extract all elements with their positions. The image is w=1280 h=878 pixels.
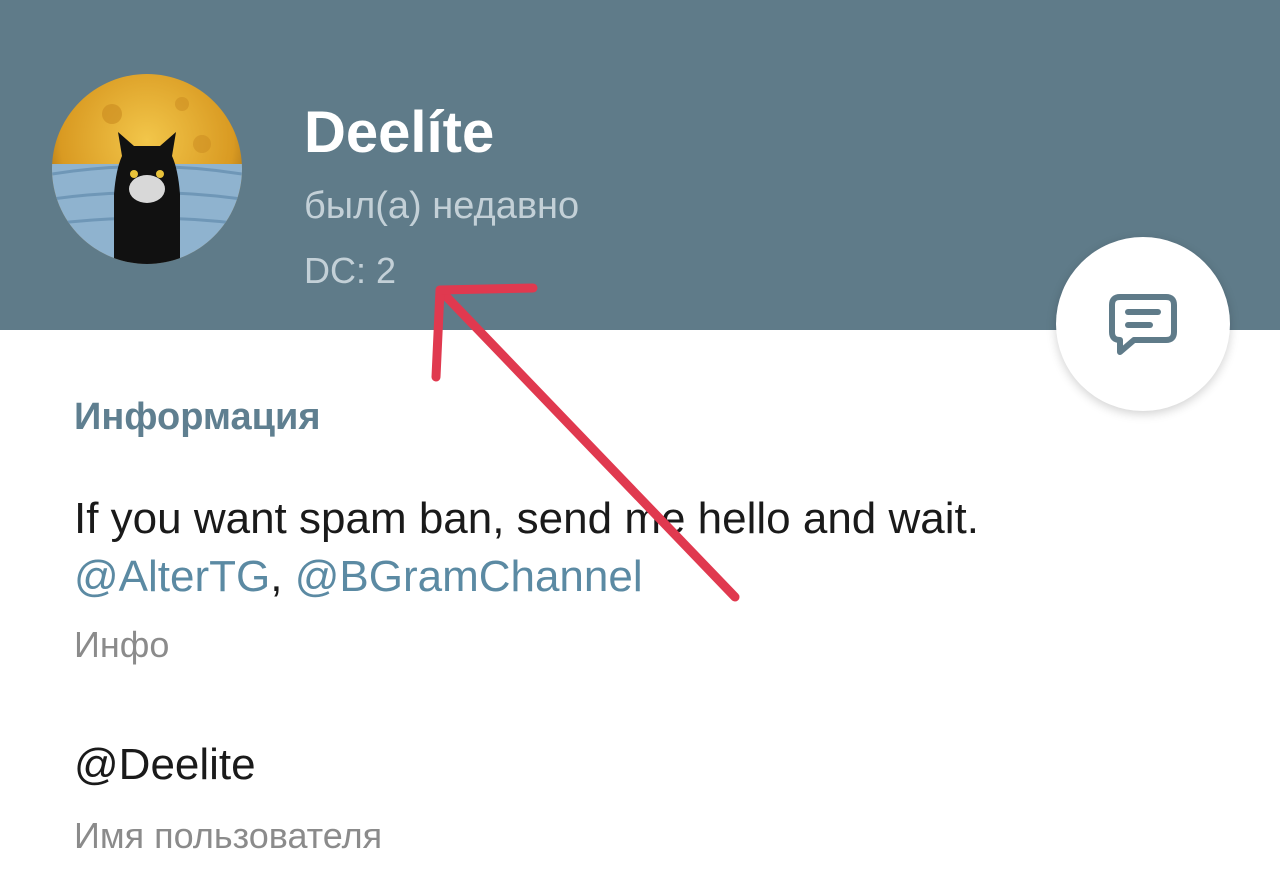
datacenter-label: DC: 2	[304, 250, 397, 291]
avatar-image	[52, 74, 242, 264]
bio-link-separator: ,	[270, 552, 295, 601]
send-message-button[interactable]	[1056, 237, 1230, 411]
bio-link-bgramchannel[interactable]: @BGramChannel	[295, 552, 643, 601]
bio-text: If you want spam ban, send me hello and …	[74, 490, 1174, 606]
message-icon	[1109, 294, 1177, 355]
last-seen-status: был(а) недавно	[304, 185, 580, 227]
profile-name: Deelíte	[304, 100, 495, 165]
bio-body: If you want spam ban, send me hello and …	[74, 494, 979, 543]
username-label: Имя пользователя	[74, 815, 383, 856]
bio-link-altertg[interactable]: @AlterTG	[74, 552, 270, 601]
avatar[interactable]	[52, 74, 242, 264]
info-section-title: Информация	[74, 396, 321, 438]
username-value[interactable]: @Deelite	[74, 740, 256, 790]
bio-label: Инфо	[74, 624, 170, 665]
